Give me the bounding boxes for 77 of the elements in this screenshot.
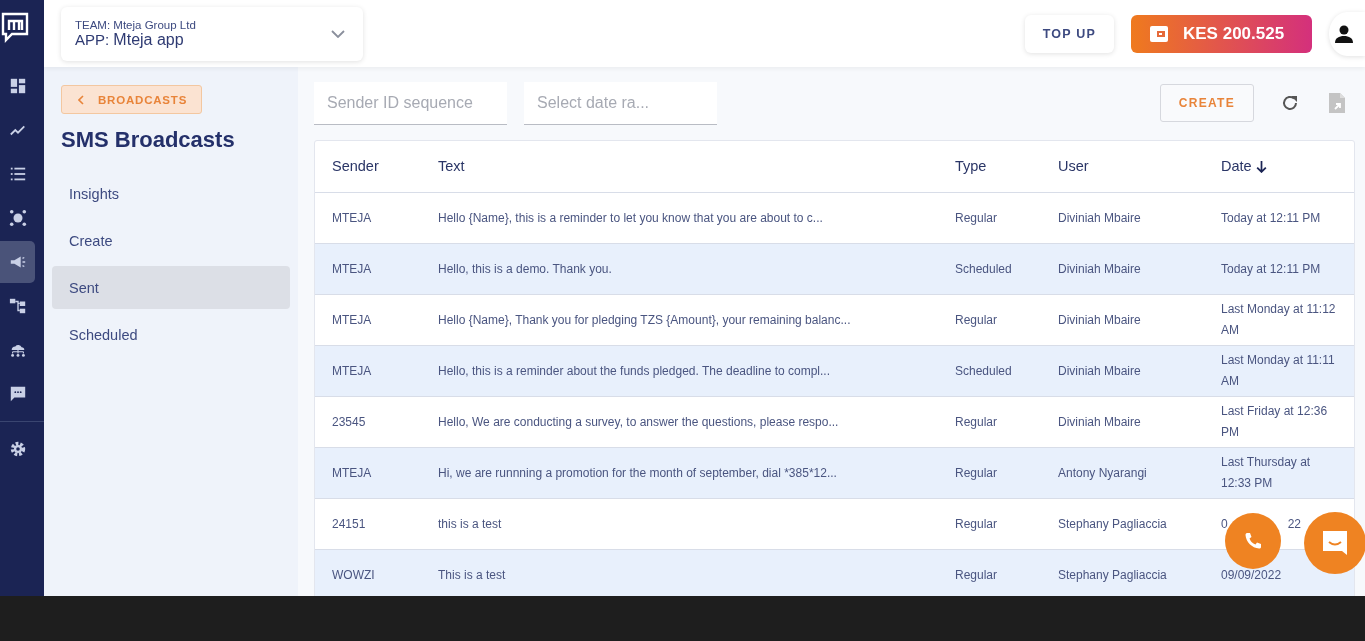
column-header[interactable]: Date	[1221, 156, 1252, 177]
filter-field[interactable]: Select date ra...	[524, 81, 717, 125]
person-icon	[1334, 23, 1354, 44]
table-cell-text: Scheduled	[955, 260, 1012, 278]
filter-field[interactable]: Sender ID sequence	[314, 81, 507, 125]
table-cell-text: Diviniah Mbaire	[1058, 362, 1141, 380]
column-header[interactable]: Type	[955, 156, 987, 177]
menu-item[interactable]: Create	[52, 219, 290, 262]
team-name: Mteja Group Ltd	[113, 18, 196, 31]
table-cell-text: Diviniah Mbaire	[1058, 311, 1141, 329]
table-cell-text: this is a test	[438, 515, 502, 533]
table-cell-text: MTEJA	[332, 311, 372, 329]
table-cell-text: 0	[1221, 515, 1228, 533]
table-cell-text: Regular	[955, 311, 998, 329]
table-cell-text: Today at 12:11 PM	[1221, 260, 1321, 278]
table-cell-text: This is a test	[438, 566, 506, 584]
table-cell-text: Regular	[955, 515, 998, 533]
table-cell-text: MTEJA	[332, 362, 372, 380]
table-cell-text: 23545	[332, 413, 366, 431]
chat-icon	[8, 385, 27, 403]
table-cell-text: MTEJA	[332, 209, 372, 227]
table-cell-text: Regular	[955, 209, 998, 227]
table-cell-text: Stephany Pagliaccia	[1058, 515, 1167, 533]
column-header[interactable]: User	[1058, 156, 1089, 177]
app-label: APP:	[75, 30, 110, 48]
table-cell-text: Hello {Name}, Thank you for pledging TZS {Amount}, your remaining balanc...	[438, 311, 851, 329]
table-cell-text: Today at 12:11 PM	[1221, 209, 1321, 227]
page-title: SMS Broadcasts	[61, 127, 236, 153]
logo-icon	[0, 11, 30, 43]
table-cell-text: Last Monday at 11:12 AM	[1221, 301, 1337, 339]
top-up-button[interactable]: TOP UP	[1024, 14, 1114, 53]
table-cell-text: MTEJA	[332, 464, 372, 482]
chevron-left-icon	[78, 94, 84, 105]
menu-item[interactable]: Insights	[52, 172, 290, 215]
table-cell-text: Stephany Pagliaccia	[1058, 566, 1167, 584]
list-icon	[8, 165, 27, 183]
balance-button[interactable]: KES 200.525	[1131, 14, 1312, 53]
chevron-down-icon	[331, 29, 345, 38]
table-cell-text: 09/09/2022	[1221, 566, 1282, 584]
table-cell-text: Hello, this is a demo. Thank you.	[438, 260, 612, 278]
table-cell-text: Last Friday at 12:36 PM	[1221, 403, 1329, 441]
wallet-icon	[1149, 23, 1169, 44]
table-cell-text: Diviniah Mbaire	[1058, 260, 1141, 278]
table-cell-text: WOWZI	[332, 566, 375, 584]
table-cell-text: Regular	[955, 566, 998, 584]
table-cell-text: Hello {Name}, this is a reminder to let you know that you are about to c...	[438, 209, 823, 227]
table-cell-text: Last Thursday at 12:33 PM	[1221, 454, 1312, 492]
team-label: TEAM:	[75, 18, 111, 31]
network-icon	[8, 209, 27, 227]
table-cell-text: Regular	[955, 464, 998, 482]
phone-icon	[1243, 531, 1263, 551]
table-cell-text: MTEJA	[332, 260, 372, 278]
dashboard-icon	[8, 77, 27, 95]
table-cell-text: 24151	[332, 515, 366, 533]
column-header[interactable]: Text	[438, 156, 465, 177]
table-cell-text: Diviniah Mbaire	[1058, 413, 1141, 431]
table-cell-text: Hello, this is a reminder about the funds pledged. The deadline to compl...	[438, 362, 830, 380]
menu-item[interactable]: Scheduled	[52, 313, 290, 356]
table-cell-text: 22	[1287, 515, 1302, 533]
table-cell-text: Diviniah Mbaire	[1058, 209, 1141, 227]
sort-arrow-icon[interactable]	[1255, 160, 1267, 173]
table-cell-text: Hi, we are runnning a promotion for the month of september, dial *385*12...	[438, 464, 837, 482]
menu-item[interactable]: Sent	[52, 266, 290, 309]
refresh-icon[interactable]	[1280, 93, 1300, 113]
hierarchy-icon	[8, 297, 27, 315]
team-selector[interactable]: TEAM: Mteja Group Ltd APP: Mteja app	[61, 6, 363, 61]
table-cell-text: Antony Nyarangi	[1058, 464, 1147, 482]
table-cell-text: Hello, We are conducting a survey, to answer the questions, please respo...	[438, 413, 839, 431]
app-name: Mteja app	[113, 30, 184, 48]
column-header[interactable]: Sender	[332, 156, 379, 177]
chat-bubble-icon	[1320, 528, 1350, 558]
table-cell-text: Regular	[955, 413, 998, 431]
settings-icon	[8, 440, 27, 458]
account-avatar[interactable]	[1329, 11, 1365, 56]
nav-item[interactable]	[0, 241, 35, 283]
table-cell-text: Scheduled	[955, 362, 1012, 380]
table-cell-text: Last Monday at 11:11 AM	[1221, 352, 1336, 390]
